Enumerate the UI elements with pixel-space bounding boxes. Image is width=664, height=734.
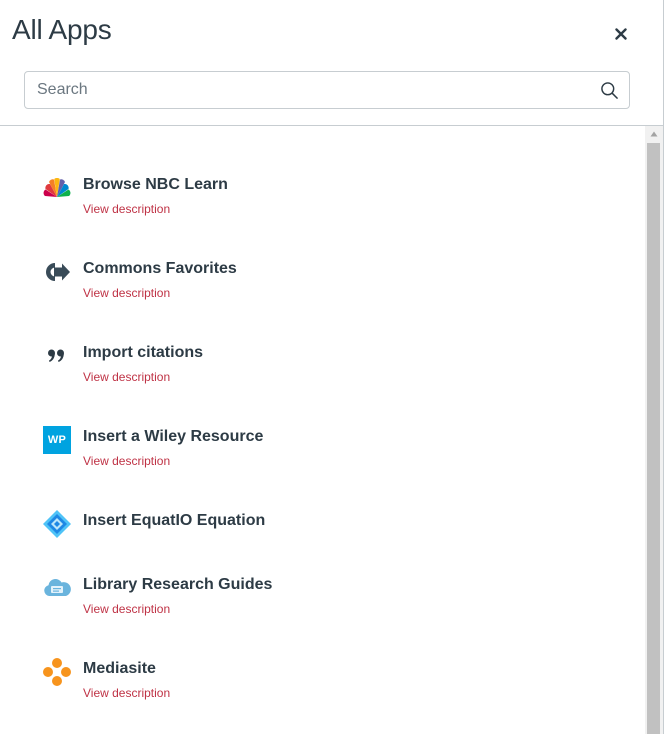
search-input[interactable] [25, 72, 585, 108]
scroll-up-button[interactable] [645, 126, 663, 142]
scrollbar-thumb[interactable] [647, 143, 660, 734]
list-item: Import citations View description [42, 341, 602, 401]
view-description-link[interactable]: View description [83, 454, 170, 468]
list-item: WP Insert a Wiley Resource View descript… [42, 425, 602, 485]
search-box [24, 71, 630, 109]
app-name[interactable]: Browse NBC Learn [83, 176, 228, 194]
app-name[interactable]: Mediasite [83, 660, 156, 678]
close-icon [615, 28, 627, 40]
list-item: Browse NBC Learn View description [42, 173, 602, 233]
search-icon[interactable] [600, 81, 619, 100]
quote-marks-icon [42, 341, 72, 371]
app-name[interactable]: Import citations [83, 344, 203, 362]
app-name[interactable]: Library Research Guides [83, 576, 272, 594]
view-description-link[interactable]: View description [83, 602, 170, 616]
app-name[interactable]: Commons Favorites [83, 260, 237, 278]
wiley-badge-text: WP [47, 434, 67, 446]
nbc-peacock-icon [42, 173, 72, 203]
close-button[interactable] [609, 22, 633, 46]
view-description-link[interactable]: View description [83, 370, 170, 384]
equatio-diamond-icon [42, 509, 72, 539]
all-apps-panel: All Apps Search Browse NBC Learn View de… [0, 0, 664, 734]
list-item: Insert EquatIO Equation [42, 509, 602, 569]
triangle-up-icon [650, 131, 658, 137]
app-name[interactable]: Insert EquatIO Equation [83, 512, 265, 530]
mediasite-dots-icon [42, 657, 72, 687]
panel-header: All Apps [0, 0, 663, 126]
app-name[interactable]: Insert a Wiley Resource [83, 428, 263, 446]
list-item: Mediasite View description [42, 657, 602, 717]
list-item: Commons Favorites View description [42, 257, 602, 317]
commons-arrow-icon [42, 257, 72, 287]
scrollbar[interactable] [645, 126, 663, 734]
library-cloud-icon [42, 573, 72, 603]
view-description-link[interactable]: View description [83, 686, 170, 700]
apps-list: Browse NBC Learn View description Common… [0, 126, 645, 734]
list-item: Library Research Guides View description [42, 573, 602, 633]
page-title: All Apps [12, 14, 112, 45]
wiley-wp-icon: WP [42, 425, 72, 455]
view-description-link[interactable]: View description [83, 286, 170, 300]
view-description-link[interactable]: View description [83, 202, 170, 216]
